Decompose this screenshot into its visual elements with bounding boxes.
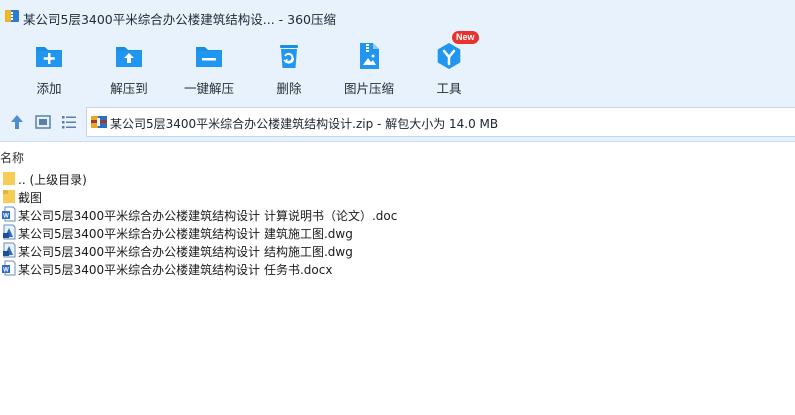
word-doc-icon: W [2, 260, 16, 276]
list-item-file[interactable]: 某公司5层3400平米综合办公楼建筑结构设计 建筑施工图.dwg [0, 223, 420, 241]
list-item-label: 某公司5层3400平米综合办公楼建筑结构设计 计算说明书（论文）.doc [18, 209, 398, 223]
list-item-label: 某公司5层3400平米综合办公楼建筑结构设计 建筑施工图.dwg [18, 227, 353, 241]
tools-icon [437, 43, 461, 69]
list-item-label: 某公司5层3400平米综合办公楼建筑结构设计 任务书.docx [18, 263, 333, 277]
list-item-file[interactable]: W 某公司5层3400平米综合办公楼建筑结构设计 任务书.docx [0, 259, 420, 277]
navigation-bar: 某公司5层3400平米综合办公楼建筑结构设计.zip - 解包大小为 14.0 … [0, 102, 795, 142]
add-button[interactable]: 添加 [12, 36, 86, 102]
svg-text:W: W [3, 268, 9, 274]
one-click-extract-button[interactable]: 一键解压 [172, 36, 246, 102]
app-logo-icon [5, 10, 19, 22]
delete-button[interactable]: 删除 [252, 36, 326, 102]
list-item-file[interactable]: 某公司5层3400平米综合办公楼建筑结构设计 结构施工图.dwg [0, 241, 420, 259]
path-bar[interactable]: 某公司5层3400平米综合办公楼建筑结构设计.zip - 解包大小为 14.0 … [86, 107, 795, 137]
list-item-label: 某公司5层3400平米综合办公楼建筑结构设计 结构施工图.dwg [18, 245, 353, 259]
list-view-icon[interactable] [60, 113, 78, 131]
file-list: 名称 .. (上级目录) 截图 W 某公司5层3400平米综合办公楼建筑结构设计… [0, 143, 795, 415]
delete-icon [280, 45, 298, 68]
one-click-extract-label: 一键解压 [183, 81, 234, 96]
add-label: 添加 [36, 81, 62, 96]
folder-icon [3, 190, 15, 203]
tools-button[interactable]: New 工具 [412, 31, 486, 102]
archive-path-text: 某公司5层3400平米综合办公楼建筑结构设计.zip - 解包大小为 14.0 … [110, 117, 499, 131]
list-item-file[interactable]: W 某公司5层3400平米综合办公楼建筑结构设计 计算说明书（论文）.doc [0, 205, 420, 223]
title-bar: 某公司5层3400平米综合办公楼建筑结构设... - 360压缩 [0, 0, 795, 36]
delete-label: 删除 [276, 81, 302, 96]
zip-archive-icon [91, 116, 107, 128]
word-doc-icon: W [2, 206, 16, 222]
add-folder-icon [36, 47, 62, 67]
list-item-parent-directory[interactable]: .. (上级目录) [0, 169, 420, 187]
image-compress-icon [360, 43, 379, 69]
extract-to-button[interactable]: 解压到 [92, 36, 166, 102]
thumbnail-view-icon[interactable] [34, 113, 52, 131]
toolbar: 添加 解压到 一键解压 删除 图片压缩 New 工具 [0, 31, 795, 102]
dwg-file-icon [3, 242, 16, 258]
new-badge: New [452, 31, 479, 44]
list-item-folder[interactable]: 截图 [0, 187, 420, 205]
image-compress-button[interactable]: 图片压缩 [332, 36, 406, 102]
svg-text:W: W [3, 214, 9, 220]
list-item-label: 截图 [18, 191, 43, 205]
up-arrow-icon[interactable] [8, 113, 26, 131]
tools-label: 工具 [436, 81, 462, 96]
parent-folder-icon [3, 172, 15, 185]
extract-to-icon [116, 47, 142, 67]
dwg-file-icon [3, 224, 16, 240]
window-title: 某公司5层3400平米综合办公楼建筑结构设... - 360压缩 [23, 12, 337, 27]
image-compress-label: 图片压缩 [343, 81, 394, 96]
one-click-extract-icon [196, 47, 222, 67]
list-item-label: .. (上级目录) [18, 173, 87, 187]
extract-to-label: 解压到 [110, 81, 148, 96]
column-header-name[interactable]: 名称 [0, 149, 24, 166]
